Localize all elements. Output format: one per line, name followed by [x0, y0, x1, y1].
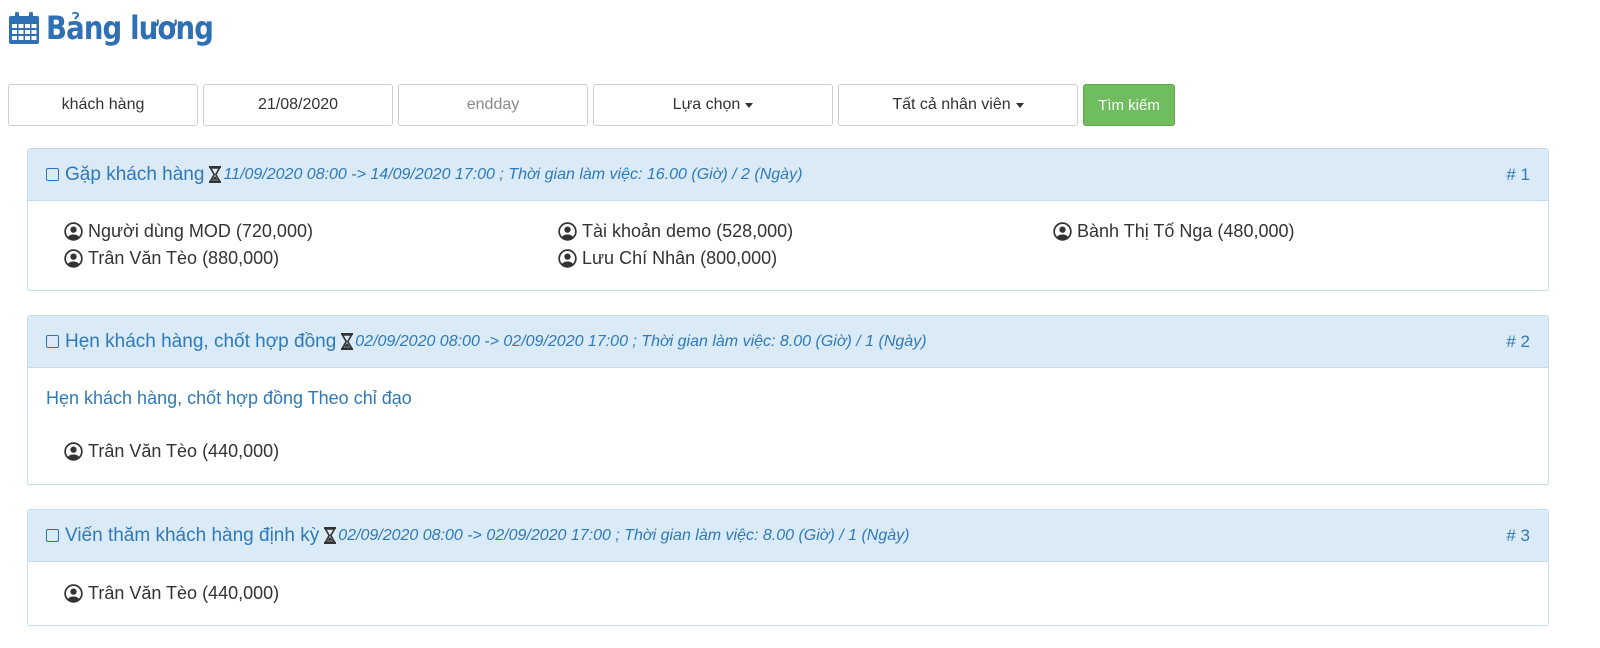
task-checkbox[interactable] — [46, 529, 59, 542]
task-title[interactable]: Viến thăm khách hàng định kỳ — [65, 525, 319, 547]
user-circle-icon — [64, 249, 83, 268]
person-item: Trân Văn Tèo (880,000) — [64, 248, 279, 269]
task-header: Gặp khách hàng 11/09/2020 08:00 -> 14/09… — [28, 149, 1548, 201]
task-panel: Viến thăm khách hàng định kỳ 02/09/2020 … — [27, 509, 1549, 626]
user-circle-icon — [64, 222, 83, 241]
hourglass-icon — [341, 333, 354, 350]
search-button[interactable]: Tìm kiếm — [1083, 84, 1175, 126]
page-title: Bảng lương — [8, 8, 240, 48]
user-circle-icon — [558, 249, 577, 268]
page-title-text: Bảng lương — [46, 9, 214, 47]
task-header: Hẹn khách hàng, chốt hợp đồng 02/09/2020… — [28, 316, 1548, 368]
choice-dropdown[interactable]: Lựa chọn — [593, 84, 833, 126]
task-panel: Hẹn khách hàng, chốt hợp đồng 02/09/2020… — [27, 315, 1549, 485]
caret-down-icon — [745, 102, 754, 108]
hourglass-icon — [324, 527, 337, 544]
customer-input[interactable] — [8, 84, 198, 126]
person-name: Bành Thị Tố Nga (480,000) — [1077, 221, 1295, 241]
task-number: # 2 — [1506, 332, 1530, 351]
task-meta: 02/09/2020 08:00 -> 02/09/2020 17:00 ; T… — [355, 332, 927, 350]
user-circle-icon — [558, 222, 577, 241]
task-title[interactable]: Hẹn khách hàng, chốt hợp đồng — [65, 331, 336, 353]
person-name: Lưu Chí Nhân (800,000) — [582, 248, 778, 268]
task-number: # 1 — [1506, 165, 1530, 184]
task-description: Hẹn khách hàng, chốt hợp đồng Theo chỉ đ… — [46, 388, 412, 408]
calendar-icon — [9, 12, 39, 44]
hourglass-icon — [209, 166, 222, 183]
end-date-input[interactable] — [398, 84, 588, 126]
user-circle-icon — [64, 442, 83, 461]
choice-dropdown-label: Lựa chọn — [672, 96, 741, 113]
person-name: Trân Văn Tèo (440,000) — [88, 441, 280, 461]
person-name: Tài khoản demo (528,000) — [582, 221, 794, 241]
person-name: Người dùng MOD (720,000) — [88, 221, 313, 241]
person-item: Người dùng MOD (720,000) — [64, 221, 313, 242]
task-header: Viến thăm khách hàng định kỳ 02/09/2020 … — [28, 510, 1548, 562]
start-date-input[interactable] — [203, 84, 393, 126]
task-number: # 3 — [1506, 526, 1530, 545]
person-name: Trân Văn Tèo (880,000) — [88, 248, 280, 268]
task-panel: Gặp khách hàng 11/09/2020 08:00 -> 14/09… — [27, 148, 1549, 291]
task-checkbox[interactable] — [46, 168, 59, 181]
person-item: Bành Thị Tố Nga (480,000) — [1053, 221, 1294, 242]
staff-dropdown[interactable]: Tất cả nhân viên — [838, 84, 1078, 126]
task-checkbox[interactable] — [46, 335, 59, 348]
person-item: Lưu Chí Nhân (800,000) — [558, 248, 777, 269]
person-name: Trân Văn Tèo (440,000) — [88, 583, 280, 603]
user-circle-icon — [64, 584, 83, 603]
person-item: Tài khoản demo (528,000) — [558, 221, 793, 242]
filter-bar: Lựa chọn Tất cả nhân viên Tìm kiếm — [8, 84, 1175, 126]
person-item: Trân Văn Tèo (440,000) — [64, 583, 279, 604]
task-title[interactable]: Gặp khách hàng — [65, 164, 204, 186]
caret-down-icon — [1015, 102, 1024, 108]
staff-dropdown-label: Tất cả nhân viên — [892, 96, 1011, 113]
person-item: Trân Văn Tèo (440,000) — [64, 441, 279, 462]
task-meta: 02/09/2020 08:00 -> 02/09/2020 17:00 ; T… — [338, 526, 910, 544]
task-meta: 11/09/2020 08:00 -> 14/09/2020 17:00 ; T… — [223, 165, 803, 183]
user-circle-icon — [1053, 222, 1072, 241]
